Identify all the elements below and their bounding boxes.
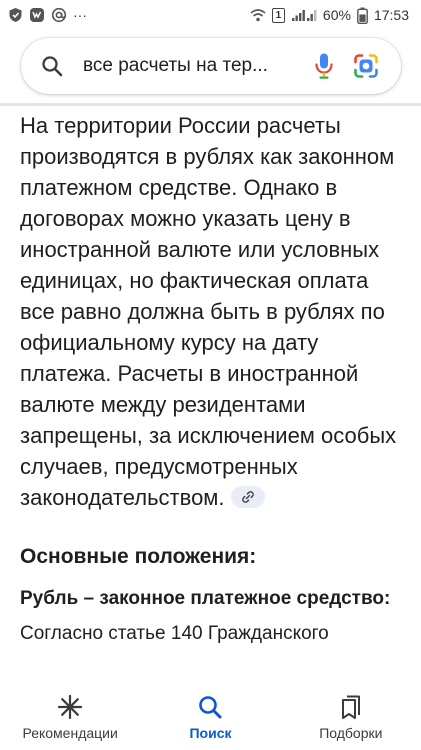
battery-percent: 60% [322, 7, 351, 23]
link-icon [241, 491, 254, 504]
nav-search[interactable]: Поиск [140, 682, 280, 750]
clock: 17:53 [373, 7, 409, 23]
search-icon [199, 696, 222, 719]
nav-recommendations[interactable]: Рекомендации [0, 682, 140, 750]
search-icon [39, 49, 65, 83]
collections-icon [341, 695, 360, 719]
answer-text: На территории России расчеты производятс… [20, 113, 397, 510]
signal-icon [291, 8, 317, 22]
microphone-icon [315, 53, 333, 79]
lens-search-button[interactable] [349, 49, 383, 83]
answer-paragraph: На территории России расчеты производятс… [20, 110, 405, 513]
wifi-icon [250, 8, 266, 22]
source-link-button[interactable] [230, 486, 265, 509]
battery-icon [357, 7, 368, 24]
section-title: Основные положения: [20, 545, 257, 568]
nav-collections-label: Подборки [319, 725, 383, 741]
sim-badge-icon: 1 [271, 7, 285, 23]
google-lens-icon [354, 54, 378, 78]
header-divider [0, 103, 421, 106]
status-bar: ··· 1 60% 17:53 [0, 0, 421, 30]
nav-recommendations-label: Рекомендации [22, 725, 118, 741]
answer-content: На территории России расчеты производятс… [20, 110, 405, 682]
bottom-navigation: Рекомендации Поиск Подборки [0, 682, 421, 750]
search-bar[interactable]: все расчеты на тер... [21, 38, 401, 94]
vk-icon [29, 7, 45, 23]
truncated-text: Согласно статье 140 Гражданского [20, 623, 329, 644]
sim-badge-number: 1 [275, 9, 282, 21]
sub-heading: Рубль – законное платежное средство: [20, 588, 391, 609]
nav-search-label: Поиск [189, 725, 232, 741]
voice-search-button[interactable] [307, 49, 341, 83]
search-query[interactable]: все расчеты на тер... [83, 55, 299, 77]
nav-collections[interactable]: Подборки [281, 682, 421, 750]
asterisk-icon [58, 694, 83, 720]
at-sign-icon [51, 7, 67, 23]
shield-icon [8, 7, 23, 23]
more-notifications-icon: ··· [73, 7, 87, 23]
